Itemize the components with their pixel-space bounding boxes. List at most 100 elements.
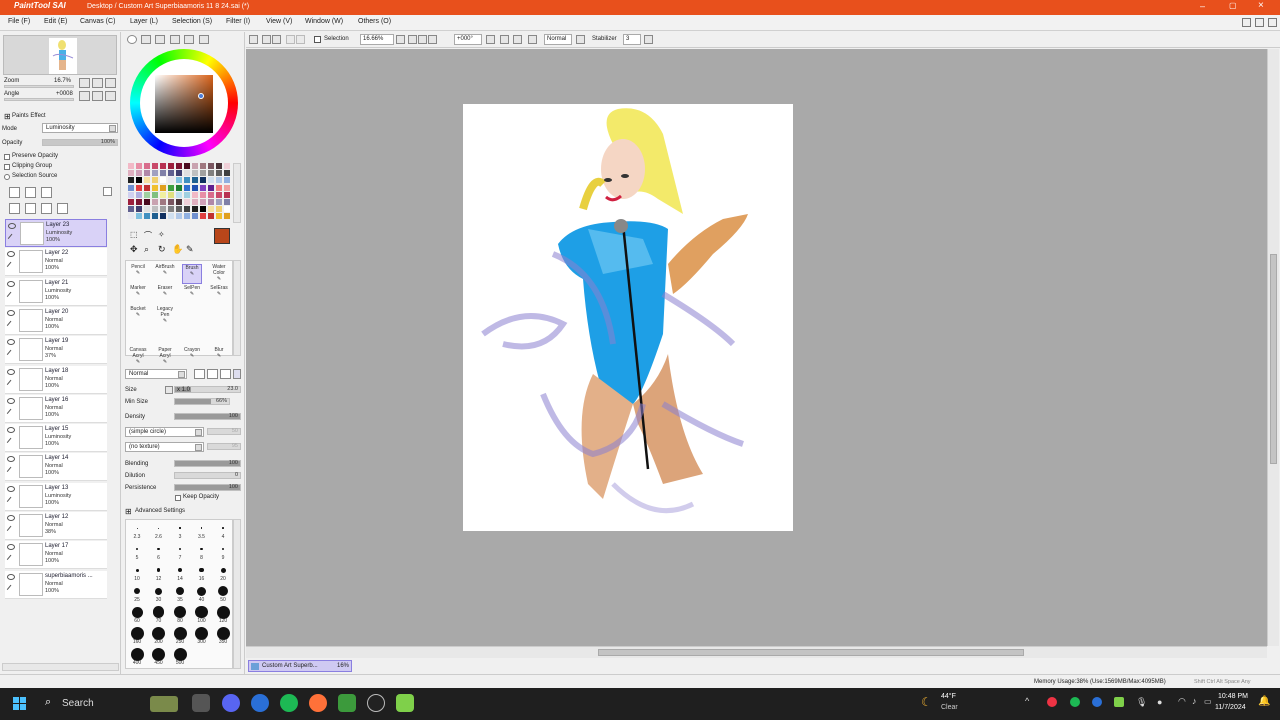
doc-close-icon[interactable] — [1268, 18, 1277, 27]
layer-row[interactable]: Layer 20 Normal 100% — [5, 306, 107, 335]
maximize-icon[interactable]: ▢ — [1229, 1, 1237, 10]
microphone-icon[interactable]: 🎙 — [1136, 697, 1147, 708]
tool-water-color[interactable]: Water Color ✎ — [209, 264, 229, 284]
brush-shape-select[interactable]: (simple circle) — [125, 427, 204, 437]
zoom-tool-icon[interactable]: ⌕ — [144, 244, 149, 255]
color-swatch[interactable] — [208, 213, 214, 220]
color-wheel-tab-icon[interactable] — [127, 35, 137, 44]
color-swatch-grid[interactable] — [128, 163, 232, 221]
primary-color-swatch[interactable] — [214, 228, 230, 244]
volume-icon[interactable]: ♪ — [1192, 696, 1197, 706]
canvas-viewport[interactable] — [246, 49, 1267, 646]
layer-row[interactable]: superbiaamoris ... Normal 100% — [5, 570, 107, 599]
zoom-in-button[interactable] — [92, 78, 103, 88]
visibility-eye-icon[interactable] — [7, 573, 15, 580]
doc-minimize-icon[interactable] — [1242, 18, 1251, 27]
layer-list-hscroll[interactable] — [2, 663, 119, 671]
pen-lock-icon[interactable] — [6, 496, 16, 505]
brush-size-dot[interactable] — [178, 568, 182, 572]
color-swatch[interactable] — [224, 163, 230, 169]
preserve-opacity-checkbox[interactable] — [4, 154, 10, 160]
tool-grid-scrollbar[interactable] — [233, 260, 241, 356]
brush-size-dot[interactable] — [218, 586, 228, 596]
doc-restore-icon[interactable] — [1255, 18, 1264, 27]
brush-shape-medium-icon[interactable] — [207, 369, 218, 379]
color-swatch[interactable] — [168, 163, 174, 169]
discord-icon[interactable] — [222, 694, 240, 712]
brush-size-dot[interactable] — [156, 568, 161, 572]
weather-moon-icon[interactable]: ☾ — [921, 695, 932, 709]
layer-row[interactable]: Layer 16 Normal 100% — [5, 394, 107, 423]
tray-chevron-icon[interactable]: ^ — [1025, 696, 1029, 706]
color-swatch[interactable] — [144, 213, 150, 220]
search-icon[interactable]: ⌕ — [45, 696, 51, 709]
layer-row[interactable]: Layer 15 Luminosity 100% — [5, 424, 107, 453]
windows-start-icon[interactable] — [13, 697, 27, 711]
zoom-out-button[interactable] — [79, 78, 90, 88]
color-swatch[interactable] — [184, 199, 190, 205]
color-swatch[interactable] — [208, 206, 214, 213]
brush-size-dot[interactable] — [136, 548, 138, 550]
canvas-hscroll[interactable] — [246, 646, 1267, 658]
color-swatch[interactable] — [144, 184, 150, 191]
visibility-eye-icon[interactable] — [7, 280, 15, 287]
color-swatch[interactable] — [224, 206, 230, 213]
color-swatch[interactable] — [184, 206, 190, 213]
brush-size-dot[interactable] — [155, 587, 162, 595]
brush-size-dot[interactable] — [131, 606, 143, 618]
file-explorer-icon[interactable] — [192, 694, 210, 712]
zoom-slider[interactable] — [4, 85, 74, 88]
angle-field[interactable]: +000° — [454, 34, 482, 45]
minimize-icon[interactable]: – — [1200, 1, 1205, 11]
color-swatch[interactable] — [152, 163, 158, 169]
color-swatch[interactable] — [224, 191, 230, 198]
color-swatch[interactable] — [192, 170, 198, 177]
color-swatch[interactable] — [208, 184, 214, 191]
swatches-tab-icon[interactable] — [170, 35, 180, 44]
color-swatch[interactable] — [168, 191, 174, 198]
notification-bell-icon[interactable]: 🔔 — [1258, 696, 1270, 707]
pen-lock-icon[interactable] — [6, 584, 16, 593]
tool-seleras[interactable]: SelEras ✎ — [209, 285, 229, 305]
app-icon[interactable] — [338, 694, 356, 712]
pen-lock-icon[interactable] — [7, 233, 17, 243]
color-swatch[interactable] — [128, 191, 134, 198]
pen-lock-icon[interactable] — [6, 437, 16, 447]
color-swatch[interactable] — [208, 177, 214, 184]
spotify-icon[interactable] — [280, 694, 298, 712]
hand-icon[interactable]: ✋ — [172, 244, 183, 255]
tool-legacy-pen[interactable]: Legacy Pen ✎ — [155, 306, 175, 326]
size-slider[interactable]: x 1.0 23.0 — [174, 386, 241, 393]
color-swatch[interactable] — [160, 213, 166, 220]
clock-date[interactable]: 11/7/2024 — [1215, 704, 1246, 711]
brush-size-dot[interactable] — [173, 626, 187, 640]
flip-icon[interactable] — [576, 35, 585, 44]
color-swatch[interactable] — [176, 199, 182, 205]
search-highlight-icon[interactable] — [150, 696, 178, 712]
brush-size-dot[interactable] — [200, 547, 203, 551]
brush-size-dot[interactable] — [152, 606, 165, 618]
vscroll-thumb[interactable] — [1270, 254, 1277, 464]
brush-blend-select[interactable]: Normal — [125, 369, 187, 379]
visibility-eye-icon[interactable] — [7, 309, 15, 316]
move-icon[interactable]: ✥ — [130, 244, 138, 255]
tray-sai-icon[interactable] — [1114, 697, 1124, 707]
rotate-right-button[interactable] — [92, 91, 103, 101]
color-swatch[interactable] — [136, 191, 142, 198]
color-swatch[interactable] — [224, 177, 230, 184]
layer-row[interactable]: Layer 19 Normal 37% — [5, 336, 107, 365]
size-range-button[interactable] — [165, 386, 173, 394]
color-swatch[interactable] — [176, 191, 182, 198]
color-swatch[interactable] — [176, 163, 182, 169]
rotate-cw-icon[interactable] — [513, 35, 522, 44]
pen-lock-icon[interactable] — [6, 262, 16, 271]
color-swatch[interactable] — [144, 199, 150, 205]
brush-size-dot[interactable] — [199, 567, 204, 573]
painttool-sai-icon[interactable] — [396, 694, 414, 712]
layer-row[interactable]: Layer 18 Normal 100% — [5, 365, 107, 394]
color-swatch[interactable] — [208, 191, 214, 198]
visibility-eye-icon[interactable] — [7, 515, 15, 521]
menu-canvas[interactable]: Canvas (C) — [80, 18, 115, 25]
view-mode-field[interactable]: Normal — [544, 34, 572, 45]
color-swatch[interactable] — [168, 213, 174, 220]
